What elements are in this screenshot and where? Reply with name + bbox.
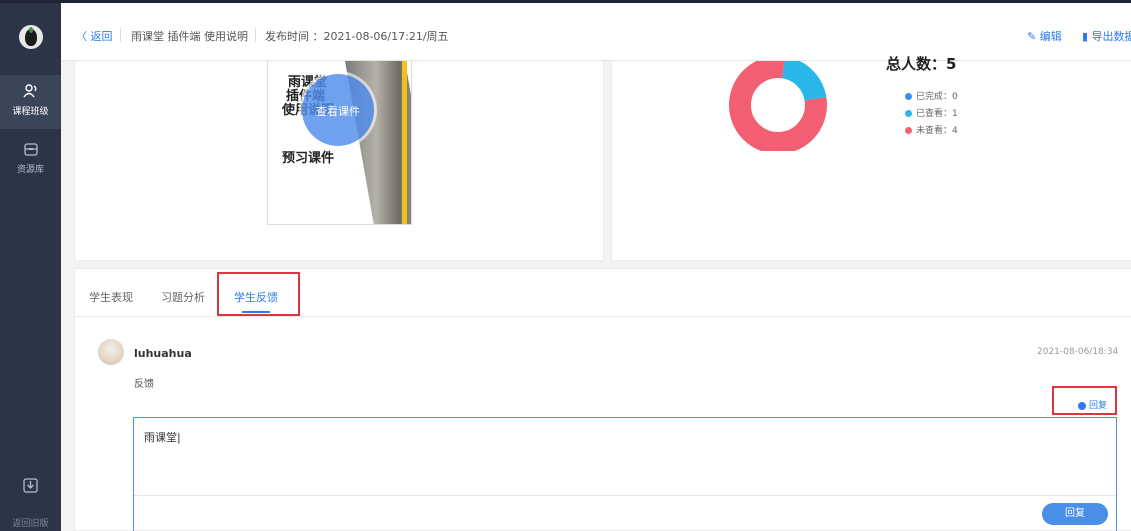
feedback-time: 2021-08-06/18:34 [1037,347,1119,357]
reply-textarea[interactable]: 雨课堂| 回复 [133,417,1117,531]
legend-viewed: 已查看：1 [905,106,958,119]
legend-completed: 已完成：0 [905,89,958,102]
page-header: 〈 返回 雨课堂 插件端 使用说明 发布时间 ：2021-08-06/17:21… [61,3,1131,61]
completion-donut-chart [726,56,830,155]
legend-dot [905,93,912,100]
reply-highlight-box [1052,386,1117,415]
feedback-panel: 学生表现 习题分析 学生反馈 luhuahua 2021-08-06/18:34… [74,268,1131,531]
legend-dot [905,127,912,134]
donut-slice-viewed [781,56,827,102]
view-courseware-label[interactable]: 查看课件 [302,103,374,119]
courseware-card: 雨课堂 插件端 使用说明 预习课件 查看课件 [74,61,604,261]
divider [255,28,256,42]
back-to-old-version[interactable]: 返回旧版 [0,516,61,529]
people-icon [0,83,61,102]
app-logo[interactable] [19,25,43,49]
tabs-bar: 学生表现 习题分析 学生反馈 [75,269,1131,317]
reply-submit-button[interactable]: 回复 [1042,503,1108,525]
tab-exercise-analysis[interactable]: 习题分析 [161,289,205,305]
sidebar: 课程班级 资源库 返回旧版 [0,3,61,531]
document-icon: ▮ [1082,30,1089,43]
divider [120,28,121,42]
sidebar-item-label: 资源库 [16,165,44,175]
feedback-user-name: luhuahua [134,347,192,360]
export-data-button[interactable]: ▮ 导出数据 [1082,28,1131,44]
legend-dot [905,110,912,117]
pencil-icon: ✎ [1027,30,1037,43]
total-count: 总人数：5 [886,55,957,73]
sidebar-item-label: 课程班级 [12,107,49,117]
box-icon [0,141,61,160]
reply-input-text: 雨课堂| [144,431,181,444]
edit-button[interactable]: ✎ 编辑 [1027,28,1062,44]
tab-highlight-box [217,272,300,316]
avatar [98,339,124,365]
feedback-text: 反馈 [134,379,154,390]
publish-time: 发布时间 ：2021-08-06/17:21/周五 [265,30,449,43]
download-icon[interactable] [22,477,39,498]
cover-subtitle: 预习课件 [282,151,335,166]
sidebar-item-resources[interactable]: 资源库 [0,137,61,183]
legend-not-viewed: 未查看：4 [905,123,958,136]
page-title: 雨课堂 插件端 使用说明 [131,30,248,43]
stats-card: 总人数：5 已完成：0 已查看：1 未查看：4 [611,55,1131,261]
back-link[interactable]: 〈 返回 [76,28,113,44]
divider [134,495,1116,496]
sidebar-item-classes[interactable]: 课程班级 [0,75,61,129]
tab-student-performance[interactable]: 学生表现 [89,289,133,305]
